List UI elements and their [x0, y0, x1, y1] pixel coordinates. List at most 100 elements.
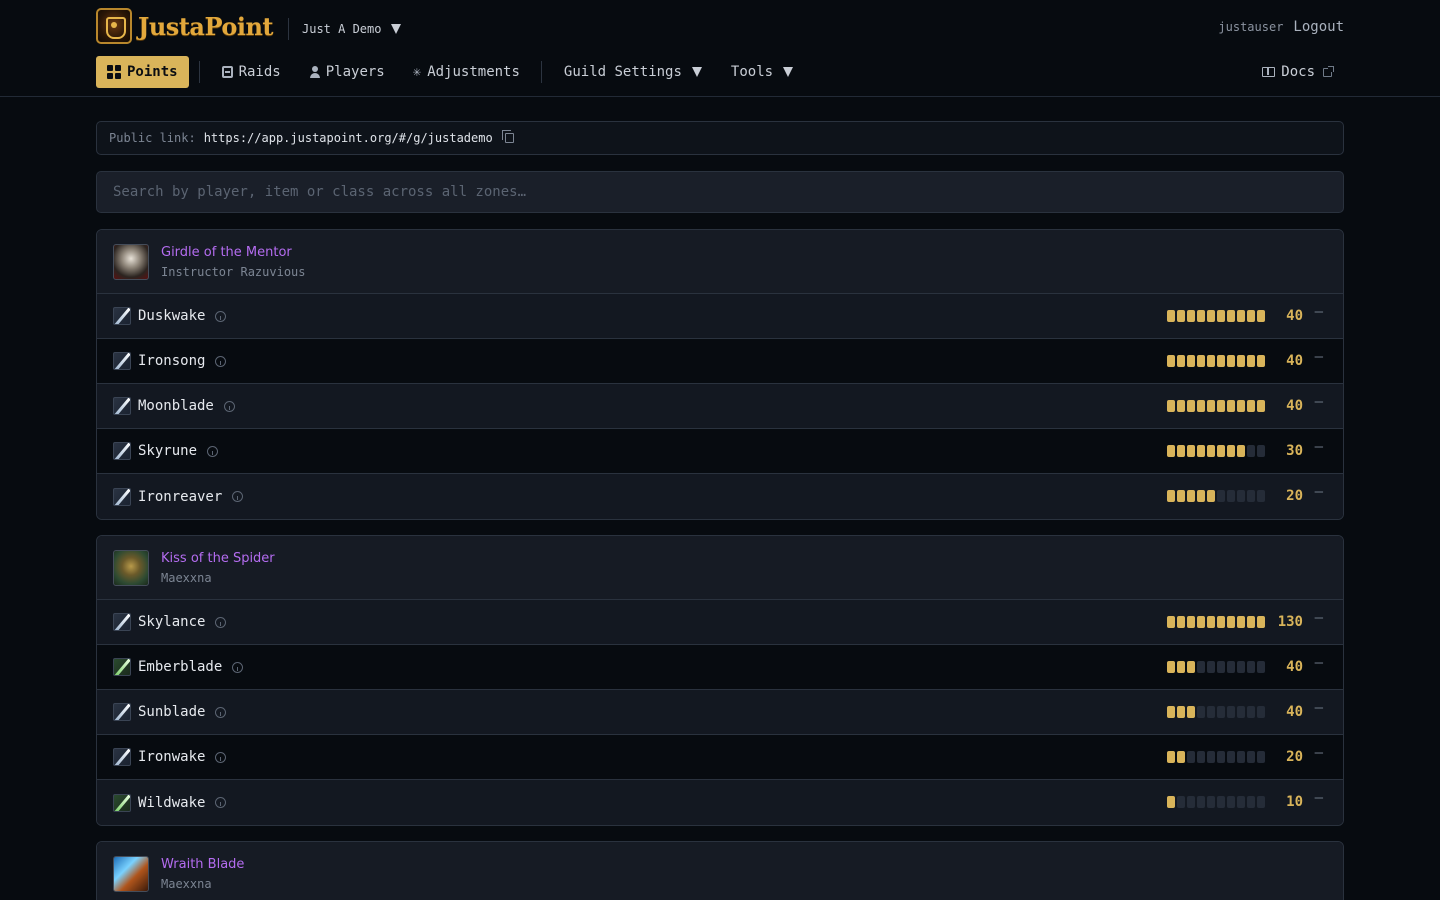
points-pip	[1167, 751, 1175, 763]
nav-players[interactable]: Players	[309, 56, 385, 88]
remove-icon[interactable]: —	[1315, 484, 1323, 500]
logout-link[interactable]: Logout	[1293, 19, 1344, 35]
info-icon[interactable]	[223, 400, 235, 412]
remove-icon[interactable]: —	[1315, 655, 1323, 671]
info-icon[interactable]	[215, 616, 227, 628]
docs-link[interactable]: Docs	[1262, 56, 1334, 88]
player-name[interactable]: Ironwake	[138, 749, 205, 765]
player-name[interactable]: Skylance	[138, 614, 205, 630]
points-pip	[1187, 661, 1195, 673]
kiss-of-the-spider-icon[interactable]	[113, 549, 149, 586]
points-pip	[1177, 445, 1185, 457]
info-icon[interactable]	[215, 751, 227, 763]
hunter-icon	[113, 793, 131, 812]
public-link-bar: Public link: https://app.justapoint.org/…	[96, 121, 1344, 155]
item-card: Kiss of the Spider Maexxna Skylance 130 — Emb…	[96, 535, 1344, 826]
points-pip	[1237, 616, 1245, 628]
item-name[interactable]: Kiss of the Spider	[161, 551, 275, 566]
points-pip	[1257, 706, 1265, 718]
public-link-url[interactable]: https://app.justapoint.org/#/g/justademo	[204, 131, 493, 145]
top-bar: JustaPoint Just A Demo justauser Logout …	[0, 0, 1440, 97]
remove-icon[interactable]: —	[1315, 790, 1323, 806]
warrior-icon	[113, 307, 131, 325]
item-card: Girdle of the Mentor Instructor Razuvious…	[96, 229, 1344, 520]
points-value: 40	[1286, 704, 1303, 720]
points-pip	[1247, 616, 1255, 628]
player-name[interactable]: Ironreaver	[138, 489, 222, 505]
player-name[interactable]: Ironsong	[138, 353, 205, 369]
points-pip	[1237, 706, 1245, 718]
points-value: 130	[1277, 614, 1303, 630]
points-bar	[1167, 400, 1265, 412]
points-pip	[1227, 445, 1235, 457]
points-pip	[1247, 355, 1255, 367]
info-icon[interactable]	[215, 310, 227, 322]
search-input[interactable]	[96, 171, 1344, 213]
nav-raids[interactable]: Raids	[221, 56, 281, 88]
info-icon[interactable]	[215, 706, 227, 718]
points-pip	[1237, 445, 1245, 457]
nav-tools[interactable]: Tools	[730, 56, 794, 88]
points-pip	[1237, 355, 1245, 367]
player-name[interactable]: Moonblade	[138, 398, 214, 414]
item-name[interactable]: Girdle of the Mentor	[161, 245, 306, 260]
brand-name: JustaPoint	[138, 11, 274, 41]
points-pip	[1227, 400, 1235, 412]
hunter-icon	[113, 658, 131, 676]
points-pip	[1227, 310, 1235, 322]
player-name[interactable]: Duskwake	[138, 308, 205, 324]
points-bar	[1167, 706, 1265, 718]
copy-icon[interactable]	[501, 130, 514, 143]
info-icon[interactable]	[232, 491, 244, 502]
player-name[interactable]: Wildwake	[138, 795, 205, 811]
points-pip	[1227, 661, 1235, 673]
nav-guild-settings[interactable]: Guild Settings	[564, 56, 702, 88]
points-pip	[1247, 490, 1255, 502]
info-icon[interactable]	[215, 355, 227, 367]
info-icon[interactable]	[232, 661, 244, 673]
girdle-of-the-mentor-icon[interactable]	[113, 243, 149, 280]
points-pip	[1247, 661, 1255, 673]
item-card-header: Kiss of the Spider Maexxna	[97, 536, 1343, 600]
points-value: 40	[1286, 398, 1303, 414]
external-link-icon	[1323, 65, 1334, 77]
points-value: 20	[1286, 749, 1303, 765]
warrior-icon	[113, 703, 131, 721]
points-bar	[1167, 796, 1265, 808]
guild-select[interactable]: Just A Demo	[288, 18, 402, 40]
nav-points[interactable]: Points	[96, 56, 189, 88]
points-pip	[1167, 706, 1175, 718]
remove-icon[interactable]: —	[1315, 349, 1323, 365]
nav-adjustments[interactable]: ✳ Adjustments	[413, 56, 520, 88]
points-pip	[1237, 751, 1245, 763]
points-pip	[1257, 310, 1265, 322]
remove-icon[interactable]: —	[1315, 304, 1323, 320]
points-pip	[1167, 796, 1175, 808]
player-name[interactable]: Skyrune	[138, 443, 197, 459]
points-pip	[1247, 796, 1255, 808]
warrior-icon	[113, 352, 131, 370]
player-name[interactable]: Emberblade	[138, 659, 222, 675]
logo[interactable]: JustaPoint	[96, 8, 274, 44]
wraith-blade-icon[interactable]	[113, 855, 149, 892]
points-pip	[1227, 490, 1235, 502]
points-pip	[1167, 616, 1175, 628]
points-pip	[1197, 796, 1205, 808]
points-value: 20	[1286, 488, 1303, 504]
nav-tools-label: Tools	[730, 64, 774, 80]
points-pip	[1207, 751, 1215, 763]
points-pip	[1237, 796, 1245, 808]
info-icon[interactable]	[207, 445, 219, 457]
remove-icon[interactable]: —	[1315, 745, 1323, 761]
nav-guild-settings-label: Guild Settings	[563, 64, 682, 80]
remove-icon[interactable]: —	[1315, 610, 1323, 626]
remove-icon[interactable]: —	[1315, 700, 1323, 716]
player-row: Skyrune 30 —	[97, 429, 1343, 474]
info-icon[interactable]	[215, 797, 227, 808]
remove-icon[interactable]: —	[1315, 394, 1323, 410]
player-name[interactable]: Sunblade	[138, 704, 205, 720]
points-pip	[1227, 796, 1235, 808]
points-pip	[1177, 400, 1185, 412]
item-name[interactable]: Wraith Blade	[161, 857, 244, 872]
remove-icon[interactable]: —	[1315, 439, 1323, 455]
